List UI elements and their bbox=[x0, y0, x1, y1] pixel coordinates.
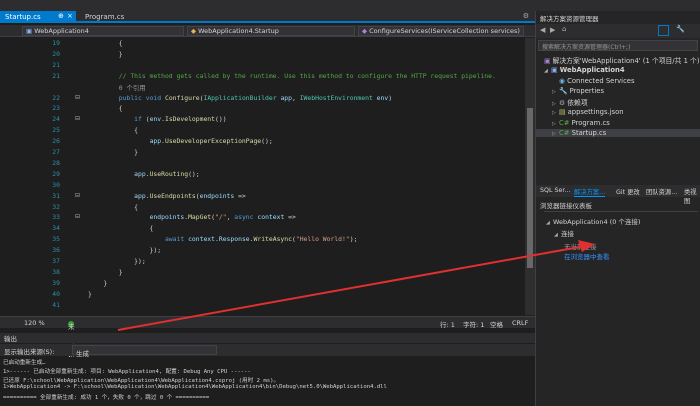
fold-toggle-icon[interactable]: ⊟ bbox=[75, 192, 80, 199]
fold-toggle-icon[interactable]: ⊟ bbox=[75, 94, 80, 101]
annotation-arrow bbox=[117, 240, 595, 331]
arrow-head bbox=[578, 240, 595, 252]
arrow-shaft bbox=[117, 245, 586, 331]
fold-toggle-icon[interactable]: ⊟ bbox=[75, 213, 80, 220]
fold-toggle-icon[interactable]: ⊟ bbox=[75, 115, 80, 122]
